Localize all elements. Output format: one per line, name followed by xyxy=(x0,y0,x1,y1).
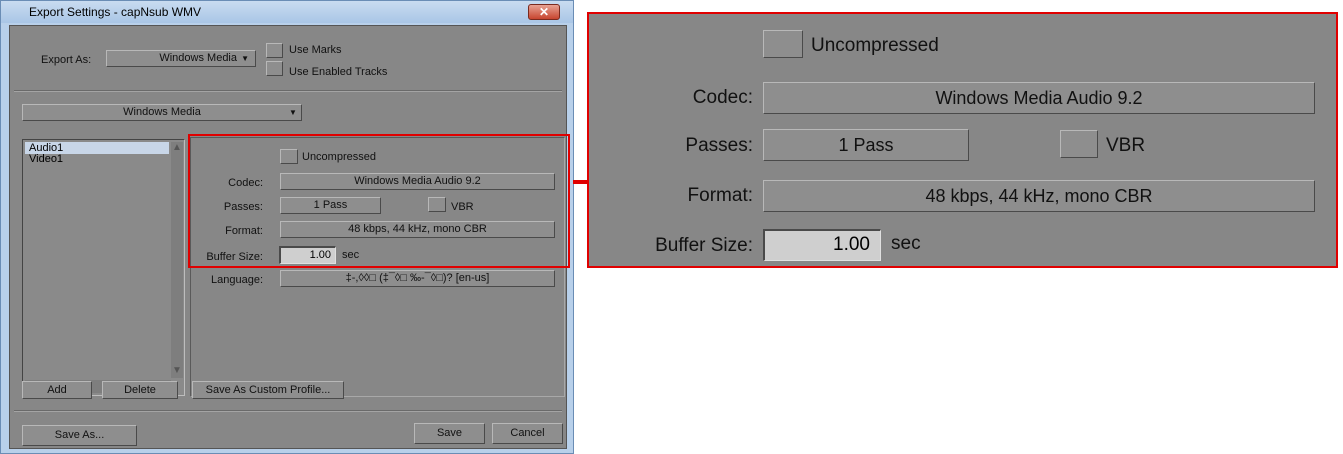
zoom-codec-label: Codec: xyxy=(692,87,753,108)
use-enabled-tracks-checkbox[interactable] xyxy=(266,61,283,76)
zoom-vbr-checkbox[interactable] xyxy=(1060,130,1098,158)
vertical-scrollbar[interactable]: ▲ ▼ xyxy=(171,142,183,378)
zoom-passes-label: Passes: xyxy=(685,135,753,156)
zoom-vbr-label: VBR xyxy=(1106,135,1146,156)
zoom-buffer-size-label: Buffer Size: xyxy=(655,235,753,256)
divider xyxy=(14,90,562,92)
track-item-video1[interactable]: Video1 xyxy=(25,153,169,165)
zoom-buffer-size-unit: sec xyxy=(891,233,921,254)
chevron-down-icon: ▼ xyxy=(241,54,249,63)
close-icon: ✕ xyxy=(538,5,550,19)
zoom-format-label: Format: xyxy=(687,185,753,206)
save-button[interactable]: Save xyxy=(414,423,485,444)
language-button[interactable]: ‡-,◊◊□ (‡¯◊□ ‰-¯◊□)? [en-us] xyxy=(280,270,555,287)
chevron-down-icon: ▼ xyxy=(289,108,297,117)
title-bar: Export Settings - capNsub WMV ✕ xyxy=(1,1,573,23)
use-marks-checkbox[interactable] xyxy=(266,43,283,58)
zoom-uncompressed-label: Uncompressed xyxy=(811,35,939,56)
use-enabled-tracks-label: Use Enabled Tracks xyxy=(289,66,388,78)
export-as-dropdown[interactable]: Windows Media ▼ xyxy=(106,50,256,67)
divider xyxy=(14,410,562,412)
delete-button[interactable]: Delete xyxy=(102,381,178,399)
export-as-label: Export As: xyxy=(41,54,92,66)
zoomed-settings-callout: Uncompressed Codec: Windows Media Audio … xyxy=(587,12,1338,268)
language-label: Language: xyxy=(211,274,263,286)
scroll-up-icon[interactable]: ▲ xyxy=(172,143,182,153)
scroll-down-icon[interactable]: ▼ xyxy=(172,366,182,376)
window-title: Export Settings - capNsub WMV xyxy=(29,5,202,19)
export-as-value: Windows Media xyxy=(159,52,237,64)
add-button[interactable]: Add xyxy=(22,381,92,399)
zoom-passes-button[interactable]: 1 Pass xyxy=(763,129,969,161)
use-marks-label: Use Marks xyxy=(289,44,342,56)
track-list[interactable]: Audio1 Video1 ▲ ▼ ◀ ||| ▶ xyxy=(22,139,185,396)
zoom-format-button[interactable]: 48 kbps, 44 kHz, mono CBR xyxy=(763,180,1315,212)
close-button[interactable]: ✕ xyxy=(528,4,560,20)
profile-dropdown[interactable]: Windows Media ▼ xyxy=(22,104,302,121)
cancel-button[interactable]: Cancel xyxy=(492,423,563,444)
highlight-box xyxy=(188,134,570,268)
zoom-buffer-size-input[interactable]: 1.00 xyxy=(763,229,881,261)
zoom-uncompressed-checkbox[interactable] xyxy=(763,30,803,58)
save-as-custom-profile-button[interactable]: Save As Custom Profile... xyxy=(192,381,344,399)
zoom-codec-button[interactable]: Windows Media Audio 9.2 xyxy=(763,82,1315,114)
save-as-button[interactable]: Save As... xyxy=(22,425,137,446)
profile-value: Windows Media xyxy=(123,106,201,118)
